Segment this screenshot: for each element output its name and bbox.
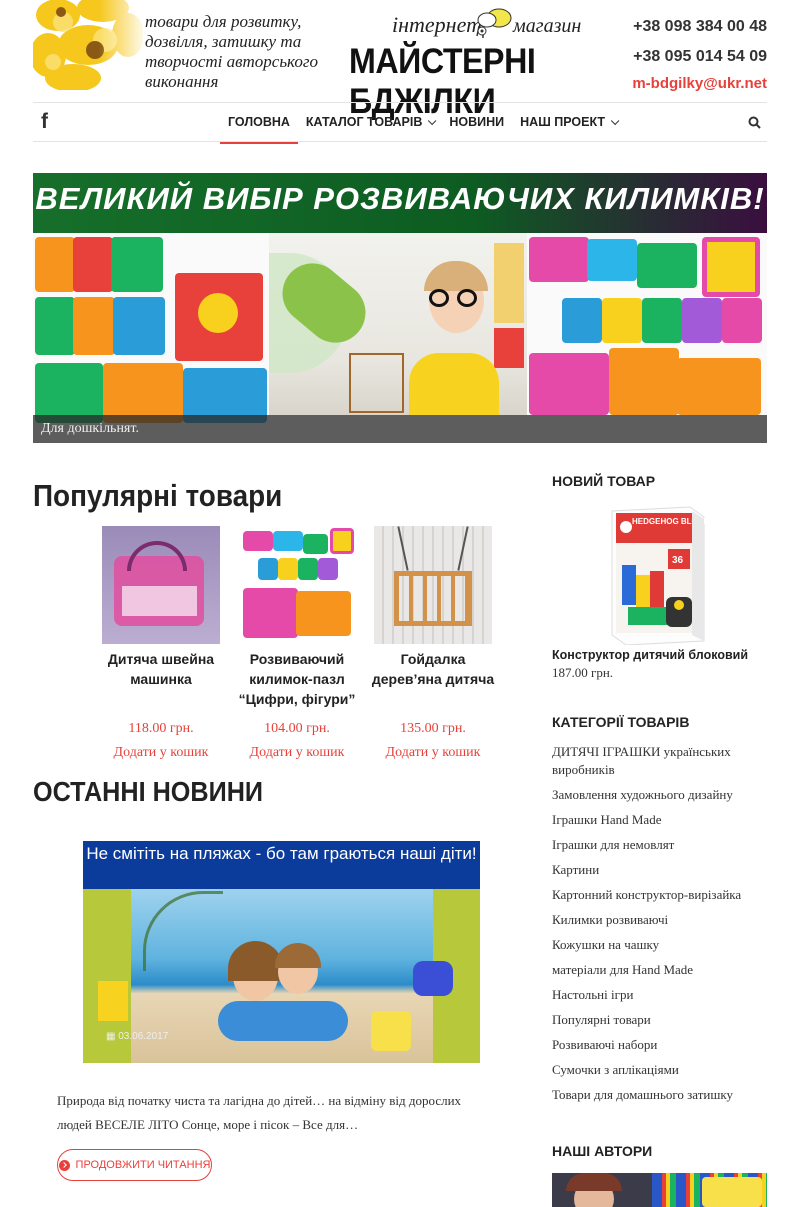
category-item[interactable]: Картини: [552, 861, 767, 879]
product-image[interactable]: [102, 526, 220, 644]
site-logo[interactable]: інтернет магазин МАЙСТЕРНІ БДЖІЛКИ: [345, 4, 625, 121]
main-navigation: f ГОЛОВНА КАТАЛОГ ТОВАРІВ НОВИНИ НАШ ПРО…: [33, 102, 767, 144]
calendar-icon: ▦: [106, 1031, 119, 1042]
sunflower-decoration: [33, 0, 143, 90]
facebook-icon[interactable]: f: [41, 110, 48, 134]
logo-word-shop: магазин: [513, 15, 582, 37]
slide-caption: Для дошкільнят.: [41, 421, 139, 436]
product-card[interactable]: Розвиваючий килимок-пазл “Цифри, фігури”…: [232, 526, 362, 771]
category-item[interactable]: Популярні товари: [552, 1011, 767, 1029]
child-photo: [269, 233, 527, 415]
logo-word-internet: інтернет: [392, 12, 482, 37]
category-item[interactable]: Розвиваючі набори: [552, 1036, 767, 1054]
nav-project[interactable]: НАШ ПРОЕКТ: [512, 103, 624, 142]
read-more-button[interactable]: ПРОДОВЖИТИ ЧИТАННЯ: [57, 1149, 212, 1181]
product-name[interactable]: Дитяча швейна машинка: [96, 649, 226, 689]
bee-icon: [476, 8, 512, 38]
new-product-image[interactable]: HEDGEHOG BLOCKS 36: [608, 505, 715, 646]
contacts: +38 098 384 00 48 +38 095 014 54 09 m-bd…: [632, 12, 767, 96]
chevron-down-icon: [428, 116, 437, 126]
authors-title: НАШІ АВТОРИ: [552, 1143, 653, 1159]
news-image[interactable]: Не смітіть на пляжах - бо там граються н…: [83, 841, 480, 1063]
category-list: ДИТЯЧІ ІГРАШКИ українських виробників За…: [552, 743, 767, 1111]
nav-news[interactable]: НОВИНИ: [441, 103, 512, 142]
add-to-cart-button[interactable]: Додати у кошик: [368, 745, 498, 761]
category-item[interactable]: Картонний конструктор-вирізайка: [552, 886, 767, 904]
category-item[interactable]: Кожушки на чашку: [552, 936, 767, 954]
nav-home[interactable]: ГОЛОВНА: [220, 103, 298, 144]
banner-headline-bar: ВЕЛИКИЙ ВИБІР РОЗВИВАЮЧИХ КИЛИМКІВ!: [33, 173, 767, 233]
add-to-cart-button[interactable]: Додати у кошик: [96, 745, 226, 761]
category-item[interactable]: Іграшки Hand Made: [552, 811, 767, 829]
product-price: 118.00 грн.: [128, 721, 194, 736]
category-item[interactable]: Товари для домашнього затишку: [552, 1086, 767, 1104]
product-card[interactable]: Дитяча швейна машинка 118.00 грн. Додати…: [96, 526, 226, 771]
news-date: ▦ 03.06.2017: [106, 1031, 169, 1042]
product-image[interactable]: [238, 526, 356, 644]
search-icon[interactable]: [748, 116, 761, 129]
new-product-title: НОВИЙ ТОВАР: [552, 473, 656, 489]
hero-slider[interactable]: ВЕЛИКИЙ ВИБІР РОЗВИВАЮЧИХ КИЛИМКІВ! Для …: [33, 173, 767, 443]
latest-news-title: ОСТАННІ НОВИНИ: [33, 776, 264, 807]
foam-mats-image: [33, 233, 269, 423]
categories-title: КАТЕГОРІЇ ТОВАРІВ: [552, 714, 690, 730]
category-item[interactable]: Іграшки для немовлят: [552, 836, 767, 854]
product-card[interactable]: Гойдалка дерев’яна дитяча 135.00 грн. До…: [368, 526, 498, 771]
email-link[interactable]: m-bdgilky@ukr.net: [632, 72, 767, 96]
category-item[interactable]: Замовлення художнього дизайну: [552, 786, 767, 804]
site-header: товари для розвитку, дозвілля, затишку т…: [0, 0, 800, 121]
phone-1[interactable]: +38 098 384 00 48: [632, 12, 767, 42]
product-price: 135.00 грн.: [400, 721, 466, 736]
product-name[interactable]: Розвиваючий килимок-пазл “Цифри, фігури”: [232, 649, 362, 709]
site-tagline: товари для розвитку, дозвілля, затишку т…: [145, 12, 318, 91]
product-image[interactable]: [374, 526, 492, 644]
chevron-down-icon: [610, 116, 620, 126]
news-excerpt: Природа від початку чиста та лагідна до …: [57, 1093, 462, 1132]
slide-caption-bar: Для дошкільнят.: [33, 415, 767, 443]
new-product-price: 187.00 грн.: [552, 665, 614, 680]
menu: ГОЛОВНА КАТАЛОГ ТОВАРІВ НОВИНИ НАШ ПРОЕК…: [220, 103, 624, 144]
news-image-banner: Не смітіть на пляжах - бо там граються н…: [83, 841, 480, 889]
arrow-right-circle-icon: [58, 1159, 70, 1171]
category-item[interactable]: ДИТЯЧІ ІГРАШКИ українських виробників: [552, 743, 767, 779]
number-mats-image: [527, 233, 767, 415]
category-item[interactable]: Сумочки з аплікаціями: [552, 1061, 767, 1079]
phone-2[interactable]: +38 095 014 54 09: [632, 42, 767, 72]
new-product-name[interactable]: Конструктор дитячий блоковий: [552, 648, 748, 662]
nav-catalog[interactable]: КАТАЛОГ ТОВАРІВ: [298, 103, 441, 142]
category-item[interactable]: матеріали для Hand Made: [552, 961, 767, 979]
add-to-cart-button[interactable]: Додати у кошик: [232, 745, 362, 761]
popular-products-title: Популярні товари: [33, 478, 283, 513]
product-name[interactable]: Гойдалка дерев’яна дитяча: [368, 649, 498, 689]
news-image-headline: Не смітіть на пляжах - бо там граються н…: [86, 844, 477, 863]
category-item[interactable]: Настольні ігри: [552, 986, 767, 1004]
banner-title: ВЕЛИКИЙ ВИБІР РОЗВИВАЮЧИХ КИЛИМКІВ!: [35, 181, 765, 216]
box-piece-count: 36: [672, 555, 684, 566]
product-price: 104.00 грн.: [264, 721, 330, 736]
authors-image[interactable]: [552, 1173, 767, 1207]
category-item[interactable]: Килимки розвиваючі: [552, 911, 767, 929]
